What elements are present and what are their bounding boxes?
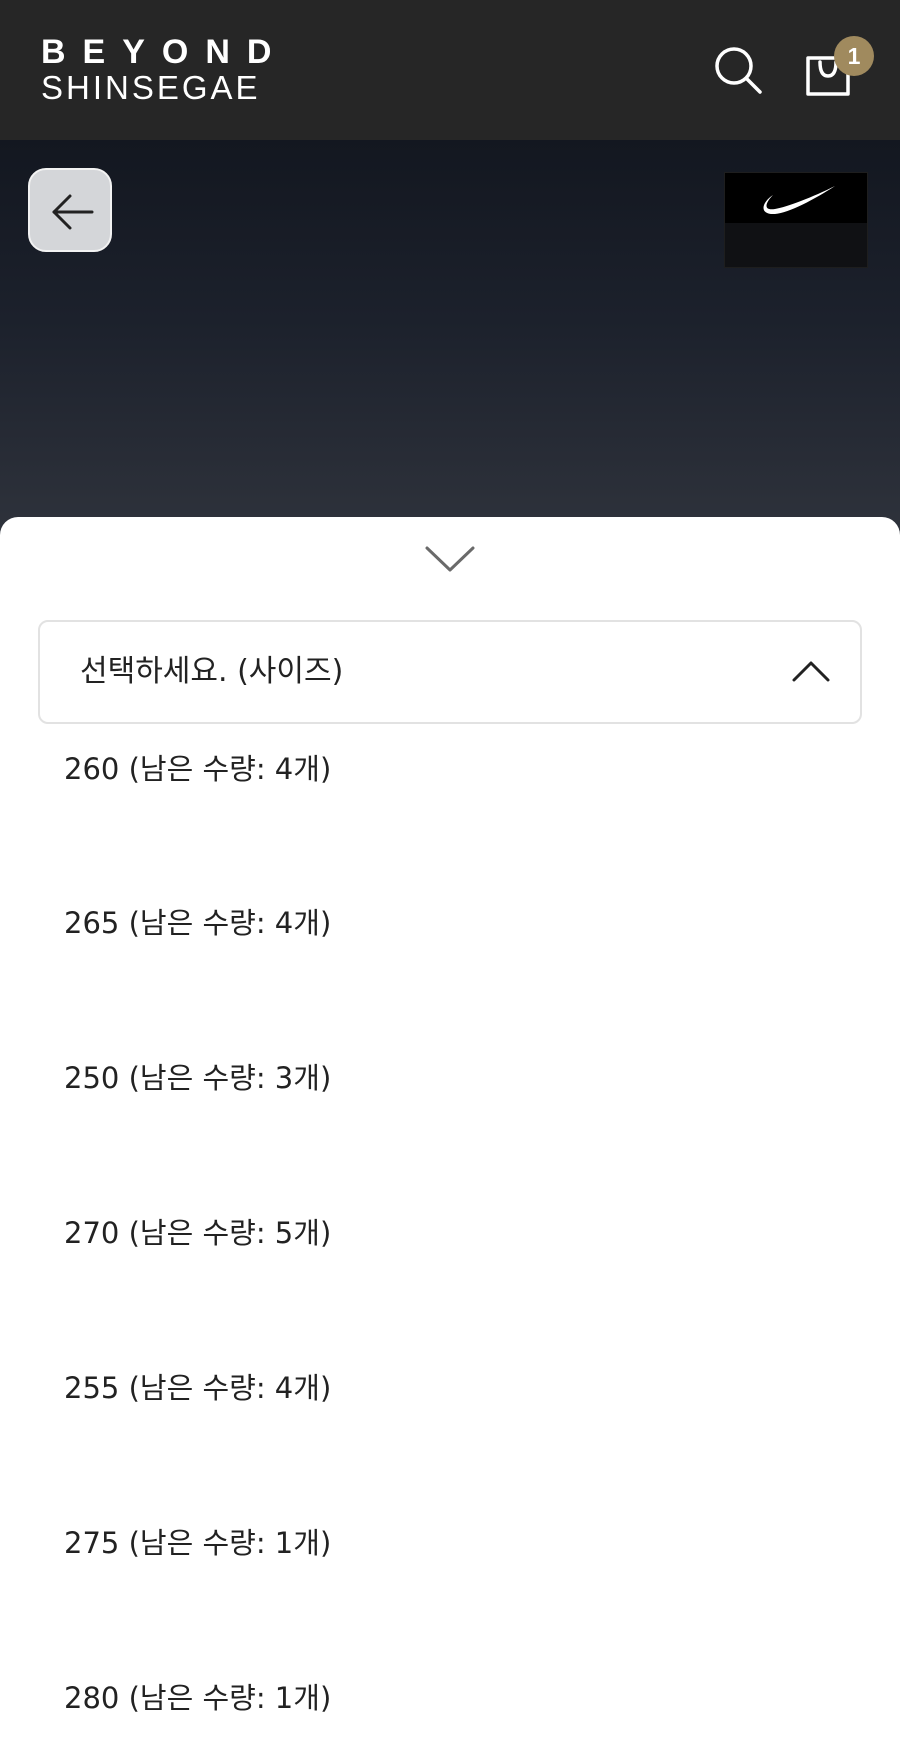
arrow-left-icon	[52, 194, 94, 230]
nike-swoosh-icon	[763, 186, 835, 215]
size-option-255[interactable]: 255 (남은 수량: 4개)	[64, 1366, 331, 1410]
back-button[interactable]	[28, 168, 112, 252]
search-icon[interactable]	[712, 44, 764, 96]
size-option-275[interactable]: 275 (남은 수량: 1개)	[64, 1521, 331, 1565]
chevron-up-icon	[792, 661, 830, 682]
size-option-270[interactable]: 270 (남은 수량: 5개)	[64, 1211, 331, 1255]
size-option-260[interactable]: 260 (남은 수량: 4개)	[64, 747, 331, 791]
size-select[interactable]: 선택하세요. (사이즈)	[38, 620, 862, 724]
size-option-265[interactable]: 265 (남은 수량: 4개)	[64, 901, 331, 945]
logo-line-1: BEYOND	[41, 33, 289, 71]
chevron-down-icon[interactable]	[424, 544, 476, 574]
size-select-placeholder: 선택하세요. (사이즈)	[80, 654, 344, 689]
top-header: BEYOND SHINSEGAE 1	[0, 0, 900, 140]
nike-brand-logo[interactable]	[724, 172, 868, 268]
size-option-280[interactable]: 280 (남은 수량: 1개)	[64, 1676, 331, 1720]
logo-line-2: SHINSEGAE	[41, 69, 261, 106]
size-option-250[interactable]: 250 (남은 수량: 3개)	[64, 1056, 331, 1100]
cart-count-badge: 1	[834, 36, 874, 76]
beyond-shinsegae-logo[interactable]: BEYOND SHINSEGAE	[41, 34, 288, 106]
